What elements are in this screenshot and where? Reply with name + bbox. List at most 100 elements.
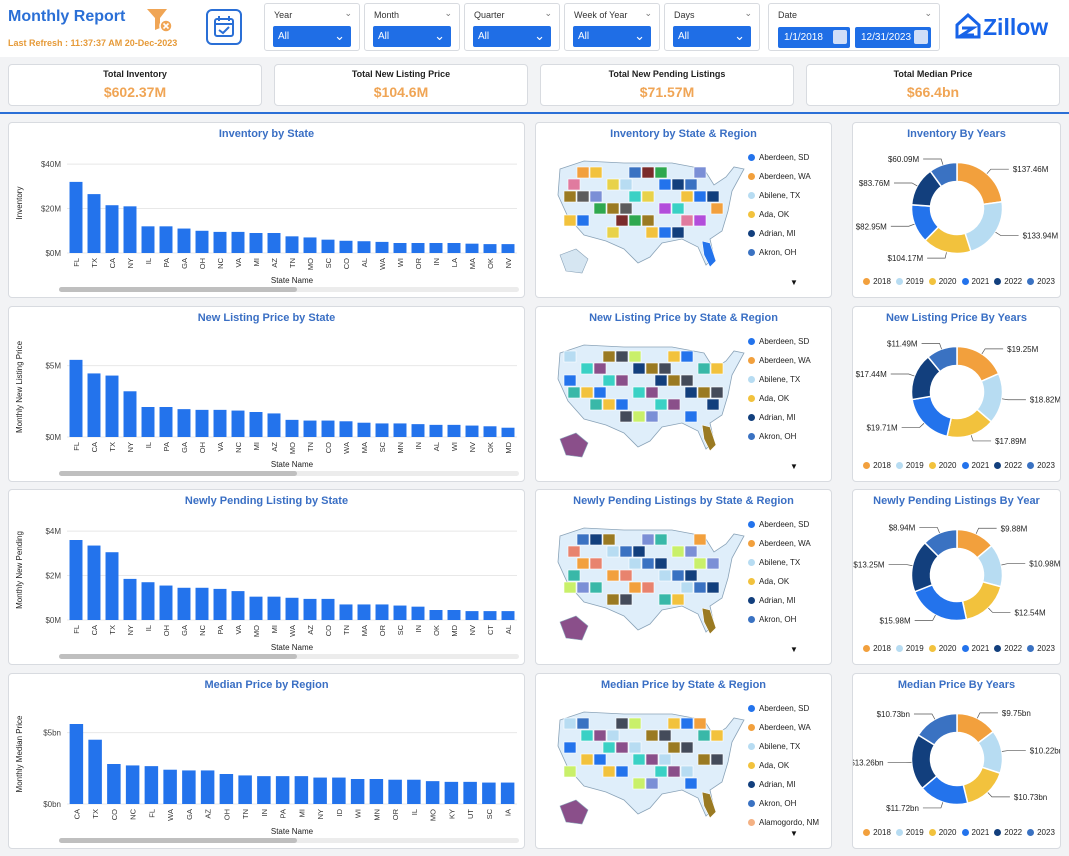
legend-item[interactable]: 2022: [989, 277, 1022, 286]
state-region[interactable]: [589, 190, 603, 203]
state-region[interactable]: [671, 226, 685, 239]
bar[interactable]: [249, 412, 263, 437]
legend-item[interactable]: 2018: [858, 461, 891, 470]
legend-item[interactable]: 2018: [858, 828, 891, 837]
bar[interactable]: [483, 611, 497, 620]
state-region[interactable]: [671, 593, 685, 606]
legend-item[interactable]: Adrian, MI: [748, 596, 811, 615]
state-region[interactable]: [680, 741, 694, 754]
end-date-input[interactable]: 12/31/2023: [855, 27, 931, 48]
bar[interactable]: [159, 407, 173, 437]
bar[interactable]: [447, 424, 461, 437]
chevron-down-icon[interactable]: ⌄: [334, 28, 345, 44]
calendar-icon[interactable]: [914, 30, 928, 44]
chevron-down-icon[interactable]: ⌄: [444, 8, 452, 19]
bar[interactable]: [257, 776, 271, 804]
state-region[interactable]: [658, 226, 672, 239]
state-region[interactable]: [667, 717, 681, 730]
state-region[interactable]: [684, 178, 698, 191]
legend-scroll-down-icon[interactable]: ▼: [790, 462, 798, 471]
legend-item[interactable]: Aberdeen, SD: [748, 704, 819, 723]
state-region[interactable]: [684, 569, 698, 582]
chevron-down-icon[interactable]: ⌄: [434, 28, 445, 44]
chevron-down-icon[interactable]: ⌄: [924, 8, 932, 19]
state-region[interactable]: [619, 178, 633, 191]
legend-item[interactable]: Alamogordo, NM: [748, 818, 819, 837]
bar[interactable]: [313, 777, 327, 804]
state-region[interactable]: [580, 729, 594, 742]
legend-item[interactable]: Akron, OH: [748, 432, 811, 451]
legend-item[interactable]: Aberdeen, WA: [748, 172, 811, 191]
state-region[interactable]: [602, 374, 616, 387]
bar[interactable]: [357, 604, 371, 620]
legend-item[interactable]: 2021: [957, 461, 989, 470]
state-region[interactable]: [593, 202, 607, 215]
legend-item[interactable]: Akron, OH: [748, 799, 819, 818]
state-region[interactable]: [593, 729, 607, 742]
legend-item[interactable]: 2021: [957, 277, 989, 286]
bar[interactable]: [123, 391, 137, 437]
chevron-down-icon[interactable]: ⌄: [744, 8, 752, 19]
state-region[interactable]: [693, 533, 707, 546]
state-region[interactable]: [619, 545, 633, 558]
state-region[interactable]: [658, 593, 672, 606]
state-region[interactable]: [680, 350, 694, 363]
state-region[interactable]: [576, 717, 590, 730]
bar[interactable]: [87, 545, 101, 620]
bar[interactable]: [294, 776, 309, 804]
state-region[interactable]: [658, 569, 672, 582]
state-region[interactable]: [645, 226, 659, 239]
state-region[interactable]: [602, 398, 616, 411]
state-region[interactable]: [606, 593, 620, 606]
bar[interactable]: [407, 779, 421, 804]
state-region[interactable]: [658, 178, 672, 191]
state-region[interactable]: [641, 190, 655, 203]
state-region[interactable]: [667, 374, 681, 387]
legend-scroll-down-icon[interactable]: ▼: [790, 278, 798, 287]
state-region[interactable]: [632, 777, 646, 790]
legend-item[interactable]: 2019: [891, 644, 924, 653]
state-region[interactable]: [606, 729, 620, 742]
state-region[interactable]: [593, 386, 607, 399]
state-region[interactable]: [628, 741, 642, 754]
state-region[interactable]: [628, 581, 642, 594]
legend-item[interactable]: 2020: [924, 277, 957, 286]
bar[interactable]: [357, 241, 371, 253]
state-region[interactable]: [589, 398, 603, 411]
state-region[interactable]: [641, 166, 655, 179]
state-region[interactable]: [615, 374, 629, 387]
bar[interactable]: [141, 226, 155, 253]
bar[interactable]: [285, 597, 299, 620]
state-region[interactable]: [632, 545, 646, 558]
state-region[interactable]: [567, 569, 581, 582]
donut-slice[interactable]: [961, 580, 1002, 621]
state-region[interactable]: [710, 753, 724, 766]
legend-item[interactable]: 2019: [891, 461, 924, 470]
state-region[interactable]: [645, 410, 659, 423]
bar[interactable]: [411, 424, 425, 437]
state-region[interactable]: [563, 190, 577, 203]
legend-item[interactable]: 2023: [1022, 461, 1055, 470]
bar[interactable]: [501, 244, 515, 253]
legend-item[interactable]: 2019: [891, 277, 924, 286]
bar[interactable]: [159, 226, 173, 253]
legend-item[interactable]: 2021: [957, 828, 989, 837]
legend-item[interactable]: Aberdeen, SD: [748, 337, 811, 356]
legend-item[interactable]: Adrian, MI: [748, 780, 819, 799]
bar[interactable]: [357, 422, 371, 437]
scrollbar-thumb[interactable]: [59, 287, 297, 292]
scrollbar-thumb[interactable]: [59, 471, 297, 476]
legend-item[interactable]: Aberdeen, SD: [748, 520, 811, 539]
state-region[interactable]: [576, 533, 590, 546]
donut-slice[interactable]: [962, 766, 1002, 805]
state-region[interactable]: [589, 581, 603, 594]
state-region[interactable]: [693, 581, 707, 594]
bar[interactable]: [465, 243, 479, 253]
legend-item[interactable]: 2020: [924, 461, 957, 470]
state-region[interactable]: [632, 362, 646, 375]
bar[interactable]: [321, 239, 335, 253]
state-region[interactable]: [619, 569, 633, 582]
state-region[interactable]: [667, 398, 681, 411]
legend-item[interactable]: Ada, OK: [748, 394, 811, 413]
bar[interactable]: [447, 610, 461, 620]
